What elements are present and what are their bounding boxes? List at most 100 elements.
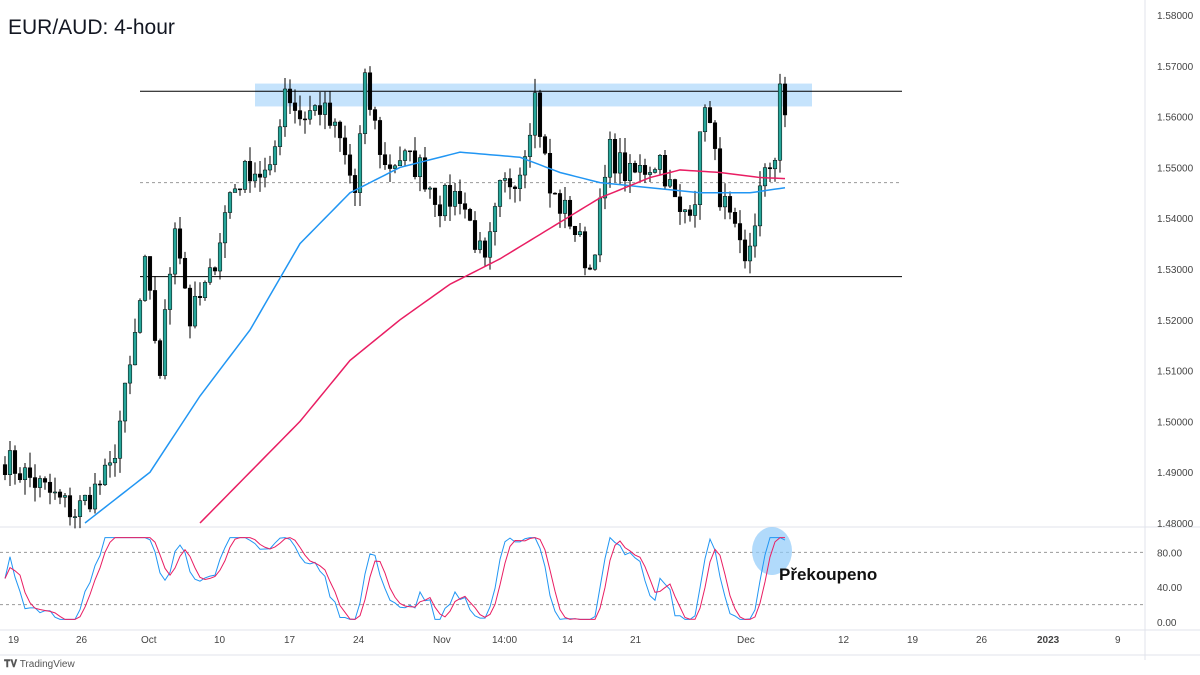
candle <box>202 282 208 298</box>
candle <box>332 121 338 126</box>
time-tick: 14 <box>562 635 574 646</box>
candle <box>297 110 303 120</box>
oscillator-tick: 0.00 <box>1157 618 1177 629</box>
candle <box>697 131 703 205</box>
candle <box>82 494 88 501</box>
candle <box>242 161 248 190</box>
time-tick: 19 <box>907 635 919 646</box>
candle <box>577 231 583 235</box>
time-tick: 14:00 <box>492 635 517 646</box>
candle <box>427 187 433 190</box>
candle <box>127 364 133 384</box>
candle <box>307 110 313 120</box>
candle <box>532 92 538 136</box>
candle <box>267 164 273 171</box>
candle <box>287 88 293 104</box>
candle <box>217 242 223 272</box>
candle <box>617 152 623 174</box>
candle <box>347 154 353 176</box>
candle <box>22 467 28 481</box>
candle <box>182 257 188 289</box>
candle <box>497 180 503 207</box>
price-tick: 1.54000 <box>1157 214 1194 225</box>
price-tick: 1.49000 <box>1157 468 1194 479</box>
candle <box>652 169 658 173</box>
candle <box>372 109 378 121</box>
time-tick: 24 <box>353 635 365 646</box>
candle <box>527 134 533 157</box>
candle <box>747 245 753 262</box>
candle <box>637 165 643 173</box>
branding-text: TradingView <box>19 659 75 670</box>
candle <box>587 267 593 270</box>
candle <box>57 491 63 498</box>
time-tick: Dec <box>737 635 755 646</box>
candle <box>717 148 723 208</box>
candle <box>152 290 158 341</box>
candle <box>502 178 508 181</box>
candle <box>547 153 553 194</box>
candle <box>317 105 323 115</box>
candle <box>442 185 448 217</box>
candle <box>77 500 83 517</box>
candle <box>542 136 548 154</box>
price-tick: 1.56000 <box>1157 113 1194 124</box>
candle <box>677 196 683 212</box>
candle <box>722 196 728 208</box>
candle <box>402 150 408 161</box>
candle <box>247 161 253 182</box>
price-tick: 1.57000 <box>1157 62 1194 73</box>
candle <box>437 204 443 217</box>
candle <box>257 173 263 178</box>
time-tick: 21 <box>630 635 642 646</box>
time-tick: Nov <box>433 635 451 646</box>
oscillator-tick: 40.00 <box>1157 583 1182 594</box>
candle <box>312 105 318 111</box>
stochastic-d-line <box>4 537 785 620</box>
candle <box>477 240 483 250</box>
candle <box>12 450 18 474</box>
price-tick: 1.55000 <box>1157 163 1194 174</box>
time-tick: 17 <box>284 635 296 646</box>
price-chart[interactable]: 1.58000 1.57000 1.56000 1.55000 1.54000 1.530… <box>0 0 1200 660</box>
candle <box>562 199 568 214</box>
candle <box>92 483 98 510</box>
candle <box>627 163 633 181</box>
candle <box>212 267 218 272</box>
candle <box>382 154 388 166</box>
candle <box>762 167 768 187</box>
candle <box>767 167 773 170</box>
candle <box>777 83 783 161</box>
candle <box>662 155 668 187</box>
candle <box>67 495 73 518</box>
candle <box>727 196 733 213</box>
candle <box>462 203 468 210</box>
candle <box>167 273 173 310</box>
candle <box>112 458 118 464</box>
candle <box>482 240 488 258</box>
candle <box>657 155 663 170</box>
candle <box>407 150 413 153</box>
time-tick: 26 <box>76 635 88 646</box>
candle <box>457 191 463 204</box>
candle <box>392 165 398 169</box>
candle <box>157 340 163 376</box>
candle <box>227 192 233 213</box>
candle <box>582 231 588 269</box>
candle <box>187 287 193 327</box>
candle <box>272 146 278 165</box>
candle <box>192 296 198 327</box>
candle <box>552 192 558 195</box>
candle <box>607 139 613 178</box>
candle <box>87 494 93 510</box>
candle <box>642 165 648 175</box>
candle <box>237 188 243 191</box>
candle <box>687 209 693 216</box>
candle <box>387 164 393 169</box>
price-tick: 1.51000 <box>1157 367 1194 378</box>
candle <box>337 121 343 139</box>
candle <box>362 72 368 134</box>
candle <box>107 462 113 466</box>
candle <box>17 473 23 481</box>
price-tick: 1.50000 <box>1157 417 1194 428</box>
